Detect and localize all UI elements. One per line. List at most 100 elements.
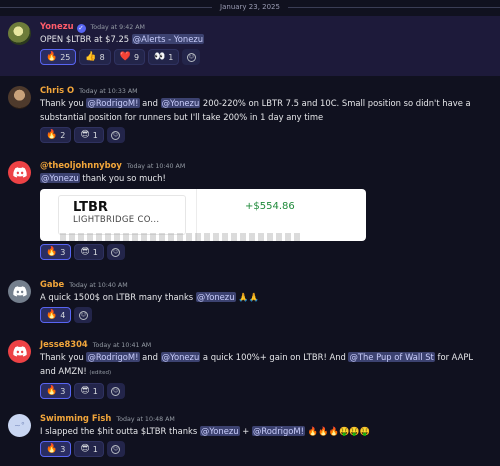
mention[interactable]: @The Pup of Wall St xyxy=(348,352,435,362)
mention[interactable]: @Yonezu xyxy=(199,426,240,436)
mention[interactable]: @Yonezu xyxy=(195,292,236,302)
message: Chris O Today at 10:33 AM Thank you @Rod… xyxy=(0,84,500,146)
author-name[interactable]: @theoljohnnyboy xyxy=(40,160,122,170)
add-emoji-icon: ☺ xyxy=(111,444,121,454)
avatar[interactable]: ~° xyxy=(8,414,31,437)
add-reaction-button[interactable]: ☺ xyxy=(182,49,201,65)
reactions: 🔥 3 😎 1 ☺ xyxy=(40,244,490,260)
mention[interactable]: @Yonezu xyxy=(160,352,201,362)
reaction-sunglasses[interactable]: 😎 1 xyxy=(74,244,104,260)
fire-icon: 🔥 xyxy=(46,310,58,320)
verified-badge-icon: ✓ xyxy=(76,24,86,33)
ticker-cell: LTBR LIGHTBRIDGE CO... xyxy=(58,195,186,235)
fire-icon: 🔥 xyxy=(46,247,58,257)
company-name: LIGHTBRIDGE CO... xyxy=(73,215,160,225)
fire-icon: 🔥 xyxy=(46,52,58,62)
message: Jesse8304 Today at 10:41 AM Thank you @R… xyxy=(0,337,500,403)
image-attachment[interactable]: LTBR LIGHTBRIDGE CO... +$554.86 xyxy=(40,189,366,241)
add-reaction-button[interactable]: ☺ xyxy=(74,307,93,323)
date-label: January 23, 2025 xyxy=(220,3,280,11)
date-divider: January 23, 2025 xyxy=(0,0,500,14)
reaction-heart[interactable]: ❤️ 9 xyxy=(113,49,146,65)
reaction-thumbs-up[interactable]: 👍 8 xyxy=(79,49,111,65)
mention[interactable]: @Yonezu xyxy=(40,173,80,183)
reaction-fire[interactable]: 🔥 3 xyxy=(40,383,72,399)
reactions: 🔥 2 😎 1 ☺ xyxy=(40,127,490,143)
message: Gabe Today at 10:40 AM A quick 1500$ on … xyxy=(0,277,500,327)
timestamp: Today at 10:33 AM xyxy=(79,88,138,95)
thumbs-up-icon: 👍 xyxy=(85,52,97,62)
mention[interactable]: @RodrigoM! xyxy=(86,98,140,108)
message: Yonezu ✓ Today at 9:42 AM OPEN $LTBR at … xyxy=(0,16,500,76)
sunglasses-icon: 😎 xyxy=(80,130,90,140)
reaction-sunglasses[interactable]: 😎 1 xyxy=(74,383,104,399)
add-reaction-button[interactable]: ☺ xyxy=(106,244,125,260)
reaction-fire[interactable]: 🔥 3 xyxy=(40,244,72,260)
timestamp: Today at 9:42 AM xyxy=(90,24,145,31)
reactions: 🔥 4 ☺ xyxy=(40,307,490,323)
discord-logo-icon xyxy=(12,167,27,178)
divider-line xyxy=(0,6,213,8)
timestamp: Today at 10:41 AM xyxy=(92,342,152,349)
author-name[interactable]: Gabe xyxy=(40,279,64,289)
add-reaction-button[interactable]: ☺ xyxy=(106,441,125,457)
reaction-fire[interactable]: 🔥 3 xyxy=(40,441,72,457)
mention[interactable]: @RodrigoM! xyxy=(86,352,140,362)
profit-value: +$554.86 xyxy=(245,201,295,212)
reaction-fire[interactable]: 🔥 4 xyxy=(40,307,72,323)
reaction-fire[interactable]: 🔥 2 xyxy=(40,127,72,143)
reactions: 🔥 3 😎 1 ☺ xyxy=(40,441,490,457)
message-text: @Yonezu thank you so much! xyxy=(40,173,166,183)
author-name[interactable]: Yonezu xyxy=(40,21,74,31)
message: ~° Swimming Fish Today at 10:48 AM I sla… xyxy=(0,411,500,466)
avatar[interactable] xyxy=(8,22,31,45)
avatar[interactable] xyxy=(8,86,31,109)
heart-icon: ❤️ xyxy=(119,52,131,62)
message-text: A quick 1500$ on LTBR many thanks @Yonez… xyxy=(40,292,260,302)
sunglasses-icon: 😎 xyxy=(80,386,90,396)
divider-line xyxy=(287,6,500,8)
author-name[interactable]: Swimming Fish xyxy=(40,413,111,423)
fire-icon: 🔥 xyxy=(46,444,58,454)
reaction-fire[interactable]: 🔥 25 xyxy=(40,49,77,65)
message-text: I slapped the $hit outta $LTBR thanks @Y… xyxy=(40,426,371,436)
timestamp: Today at 10:40 AM xyxy=(126,163,186,170)
add-reaction-button[interactable]: ☺ xyxy=(106,127,125,143)
reaction-sunglasses[interactable]: 😎 1 xyxy=(74,127,104,143)
discord-logo-icon xyxy=(12,346,27,357)
discord-logo-icon xyxy=(12,286,27,297)
reaction-eyes[interactable]: 👀 1 xyxy=(148,49,180,65)
add-emoji-icon: ☺ xyxy=(111,247,121,257)
ticker-symbol: LTBR xyxy=(73,200,108,215)
avatar[interactable] xyxy=(8,280,31,303)
reactions: 🔥 3 😎 1 ☺ xyxy=(40,383,490,399)
add-emoji-icon: ☺ xyxy=(186,52,196,62)
reactions: 🔥 25 👍 8 ❤️ 9 👀 1 ☺ xyxy=(40,49,490,65)
sunglasses-icon: 😎 xyxy=(80,247,90,257)
add-emoji-icon: ☺ xyxy=(78,310,88,320)
avatar[interactable] xyxy=(8,340,31,363)
mention[interactable]: @RodrigoM! xyxy=(251,426,305,436)
edited-label: (edited) xyxy=(89,370,112,376)
sunglasses-icon: 😎 xyxy=(80,444,90,454)
message-text: Thank you @RodrigoM! and @Yonezu a quick… xyxy=(40,352,474,376)
add-emoji-icon: ☺ xyxy=(111,386,121,396)
message-text: Thank you @RodrigoM! and @Yonezu 200-220… xyxy=(40,98,471,122)
avatar[interactable] xyxy=(8,161,31,184)
reaction-sunglasses[interactable]: 😎 1 xyxy=(74,441,104,457)
timestamp: Today at 10:48 AM xyxy=(116,416,175,423)
mention[interactable]: @Alerts - Yonezu xyxy=(131,34,205,44)
message: @theoljohnnyboy Today at 10:40 AM @Yonez… xyxy=(0,158,500,268)
timestamp: Today at 10:40 AM xyxy=(69,282,128,289)
fish-doodle-icon: ~° xyxy=(14,421,25,430)
message-text: OPEN $LTBR at $7.25 @Alerts - Yonezu xyxy=(40,34,205,44)
fire-icon: 🔥 xyxy=(46,386,58,396)
add-emoji-icon: ☺ xyxy=(111,130,121,140)
add-reaction-button[interactable]: ☺ xyxy=(106,383,125,399)
fire-icon: 🔥 xyxy=(46,130,58,140)
eyes-icon: 👀 xyxy=(154,52,166,62)
cropped-row xyxy=(60,233,300,241)
author-name[interactable]: Chris O xyxy=(40,85,74,95)
mention[interactable]: @Yonezu xyxy=(160,98,201,108)
author-name[interactable]: Jesse8304 xyxy=(40,339,88,349)
